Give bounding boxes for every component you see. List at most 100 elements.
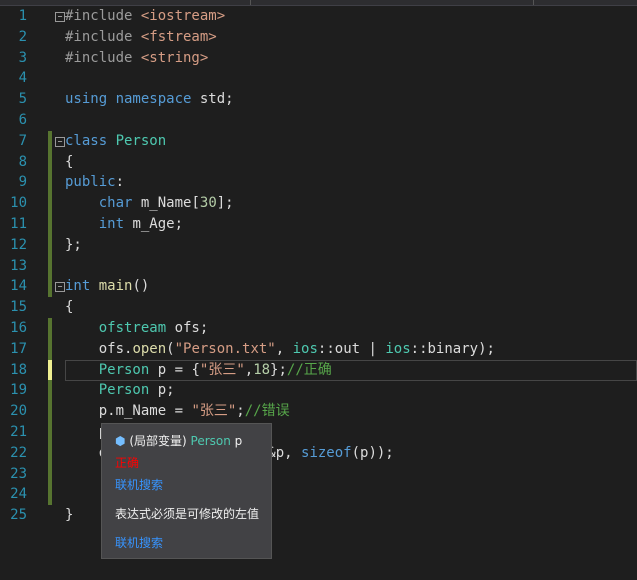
code-text: char m_Name[30]; [65, 193, 234, 214]
token: p = { [157, 361, 200, 378]
code-text: ofstream ofs; [65, 318, 209, 339]
token: :: [317, 340, 335, 357]
line-number: 18 [10, 361, 27, 378]
change-bar [48, 276, 52, 298]
code-line[interactable]: 9 public: [0, 172, 637, 194]
token: <fstream> [140, 28, 217, 45]
line-number: 2 [18, 28, 27, 45]
token: ofs. [65, 340, 133, 357]
code-line[interactable]: 13 [0, 255, 637, 277]
code-line[interactable]: 25} [0, 505, 637, 526]
change-bar [48, 338, 52, 360]
token: ( [166, 340, 175, 357]
line-number: 19 [10, 382, 27, 399]
line-number: 7 [18, 132, 27, 149]
code-text: { [65, 297, 73, 318]
token: ofs; [174, 320, 209, 336]
token: : [115, 174, 125, 191]
line-number: 8 [18, 153, 27, 170]
code-text: p.m_Name = "张三";//错误 [65, 401, 290, 422]
code-line[interactable]: 23 [0, 463, 637, 485]
change-bar [48, 380, 52, 402]
code-text: #include <fstream> [65, 27, 217, 48]
change-bar [48, 484, 52, 506]
token: int [98, 216, 133, 232]
token: class [65, 132, 116, 149]
code-line[interactable]: 21 p [0, 422, 637, 443]
token: <iostream> [140, 8, 226, 24]
code-text: }; [65, 235, 82, 256]
change-bar [48, 463, 52, 485]
code-line[interactable]: 4 [0, 68, 637, 89]
code-line[interactable]: 18 Person p = {"张三",18};//正确 [0, 359, 637, 381]
tooltip-type: Person [190, 434, 231, 448]
token: Person [115, 132, 167, 149]
token: Person [98, 361, 158, 378]
code-line[interactable]: 20 p.m_Name = "张三";//错误 [0, 401, 637, 423]
token: #include [65, 28, 141, 45]
code-line[interactable]: 1 − #include <iostream> [0, 6, 637, 27]
code-line[interactable]: 5 using namespace std; [0, 89, 637, 110]
tooltip-signature: ⬢ (局部变量) Person p [115, 432, 242, 449]
change-bar [48, 214, 52, 235]
tooltip-comment: 正确 [115, 456, 140, 470]
change-bar [48, 130, 52, 152]
change-bar [48, 442, 52, 464]
line-number: 10 [10, 195, 27, 212]
code-line[interactable]: 2 #include <fstream> [0, 27, 637, 48]
code-line[interactable]: 16 ofstream ofs; [0, 318, 637, 339]
code-line[interactable]: 6 [0, 110, 637, 131]
token: out | [334, 340, 386, 357]
token: #include [65, 49, 141, 66]
token: m_Name[ [140, 195, 200, 212]
token: p; [157, 382, 175, 399]
code-line[interactable]: 19 Person p; [0, 380, 637, 402]
code-line[interactable]: 7 − class Person [0, 130, 637, 152]
code-line[interactable]: 15 { [0, 297, 637, 318]
code-text: public: [65, 172, 124, 193]
code-line[interactable]: 10 char m_Name[30]; [0, 193, 637, 215]
online-search-link[interactable]: 联机搜索 [115, 476, 163, 493]
code-line[interactable]: 22 o *)&p, sizeof(p)); [0, 442, 637, 464]
code-line[interactable]: 24 [0, 484, 637, 506]
code-line[interactable]: 8{ [0, 151, 637, 173]
code-line[interactable]: 12}; [0, 234, 637, 256]
line-number: 21 [10, 424, 27, 440]
code-text: #include <string> [65, 48, 208, 69]
token: () [132, 278, 150, 295]
code-line[interactable]: 14 − int main() [0, 276, 637, 298]
token: std; [199, 91, 234, 108]
line-number: 23 [10, 465, 27, 482]
change-bar [48, 151, 52, 173]
line-number: 22 [10, 444, 27, 461]
code-text: } [65, 505, 73, 526]
fold-collapse-icon[interactable]: − [55, 12, 65, 22]
line-number: 13 [10, 257, 27, 274]
change-bar [48, 193, 52, 215]
change-bar [48, 318, 52, 339]
line-number: 4 [18, 70, 27, 87]
code-line[interactable]: 11 int m_Age; [0, 214, 637, 235]
line-number: 25 [10, 507, 27, 524]
code-line[interactable]: 3 #include <string> [0, 48, 637, 69]
code-text: { [65, 152, 73, 173]
fold-collapse-icon[interactable]: − [55, 136, 65, 147]
token: Person [98, 382, 158, 399]
line-number: 24 [10, 486, 27, 503]
code-line[interactable]: 17 ofs.open("Person.txt", ios::out | ios… [0, 338, 637, 360]
token: ios [385, 340, 411, 357]
error-message: 表达式必须是可修改的左值 [115, 507, 260, 521]
token: using namespace [65, 91, 200, 108]
code-text: class Person [65, 131, 166, 152]
token: ]; [216, 195, 234, 212]
fold-collapse-icon[interactable]: − [55, 282, 65, 293]
token: int [65, 278, 99, 295]
online-search-link-error[interactable]: 联机搜索 [115, 534, 163, 551]
change-bar [48, 172, 52, 194]
token: ofstream [98, 320, 175, 336]
quick-info-tooltip: ⬢ (局部变量) Person p 正确 联机搜索 表达式必须是可修改的左值 联… [101, 423, 272, 559]
